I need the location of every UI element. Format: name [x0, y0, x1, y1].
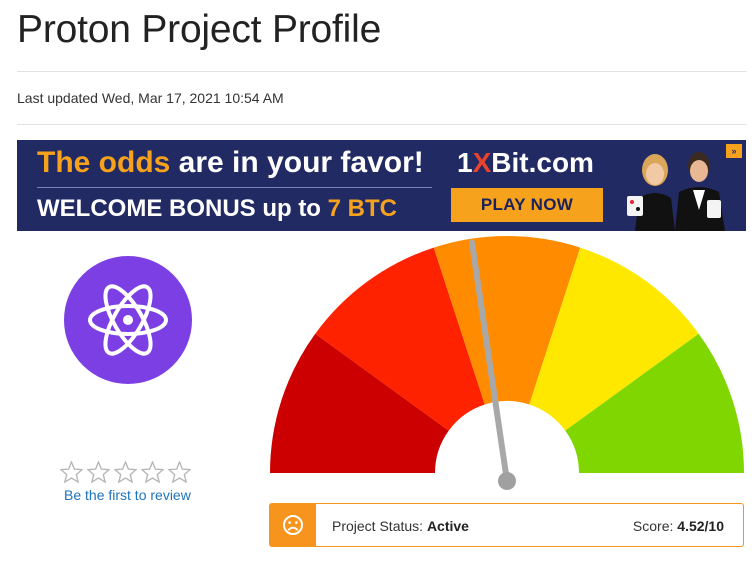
ad-choices-icon[interactable]: » [726, 144, 742, 158]
banner-people-illustration [627, 152, 725, 231]
status-value: Active [426, 518, 469, 534]
star-icon[interactable] [87, 461, 110, 483]
star-icon[interactable] [60, 461, 83, 483]
rating-stars[interactable] [60, 461, 191, 483]
project-status: Project Status: Active [332, 518, 469, 534]
banner-headline-rest: are in your favor! [170, 146, 424, 179]
banner-bonus-amount: 7 BTC [327, 195, 397, 222]
sad-face-icon [283, 515, 303, 535]
page-title: Proton Project Profile [17, 8, 382, 51]
banner-bonus: WELCOME BONUS up to 7 BTC [37, 195, 397, 223]
score-gauge [270, 236, 744, 490]
gauge-needle-hub [498, 472, 516, 490]
star-icon[interactable] [168, 461, 191, 483]
score-label: Score: [632, 518, 678, 534]
play-now-button[interactable]: PLAY NOW [451, 188, 603, 222]
project-status-bar: Project Status: Active Score: 4.52/10 [269, 503, 744, 547]
star-icon[interactable] [141, 461, 164, 483]
banner-brand-logo: 1XBit.com [457, 147, 594, 179]
brand-part-x: X [472, 147, 492, 178]
status-label: Project Status: [332, 518, 427, 534]
last-updated: Last updated Wed, Mar 17, 2021 10:54 AM [17, 90, 284, 106]
score-value: 4.52/10 [677, 518, 724, 534]
project-score: Score: 4.52/10 [633, 518, 724, 534]
ad-banner[interactable]: The odds are in your favor! WELCOME BONU… [17, 140, 746, 231]
banner-divider [37, 187, 432, 188]
banner-headline-accent: The odds [37, 146, 171, 179]
brand-part-a: 1 [457, 147, 473, 178]
brand-part-b: Bit.com [491, 147, 594, 178]
divider [17, 124, 747, 125]
banner-bonus-text: WELCOME BONUS up to [37, 195, 328, 222]
project-logo [64, 256, 192, 384]
banner-headline: The odds are in your favor! [37, 146, 424, 180]
divider [17, 71, 747, 72]
status-icon-box [270, 504, 316, 546]
first-review-link[interactable]: Be the first to review [64, 487, 191, 503]
star-icon[interactable] [114, 461, 137, 483]
